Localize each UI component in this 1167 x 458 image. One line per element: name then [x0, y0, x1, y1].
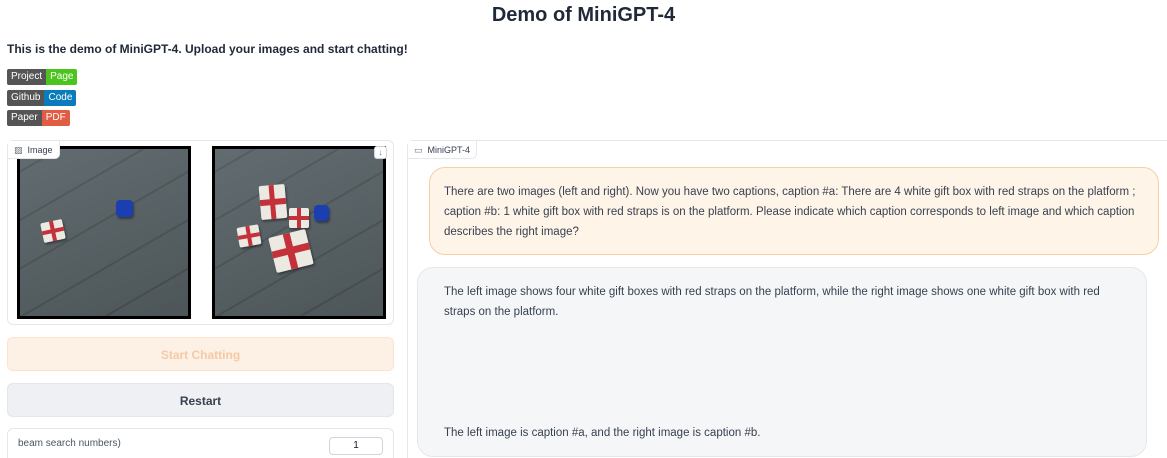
image-label-text: Image [27, 144, 53, 155]
beam-search-number-input[interactable]: 1 [329, 437, 383, 455]
bot-message-paragraph: The left image is caption #a, and the ri… [444, 427, 761, 439]
gift-box-shape [289, 208, 309, 228]
chat-panel-label: ▭ MiniGPT-4 [408, 141, 478, 159]
gift-box-shape [236, 224, 262, 248]
image-panel-label: ▨ Image [8, 141, 60, 159]
badge-left-label: Github [7, 90, 45, 106]
badge-left-label: Paper [7, 110, 42, 126]
badge-left-label: Project [7, 69, 47, 85]
page-title: Demo of MiniGPT-4 [491, 4, 676, 26]
badge-right-label: Page [46, 69, 78, 85]
blue-object-shape [314, 205, 329, 221]
beam-search-label: beam search numbers) [18, 438, 121, 449]
chat-label-text: MiniGPT-4 [427, 144, 471, 155]
blue-object-shape [116, 200, 133, 217]
download-icon[interactable]: ↓ [374, 146, 387, 159]
github-code-badge[interactable]: Github Code [7, 90, 77, 106]
gift-box-shape [268, 228, 314, 274]
user-message: There are two images (left and right). N… [429, 167, 1159, 255]
paper-pdf-badge[interactable]: Paper PDF [7, 110, 70, 126]
bot-message: The left image shows four white gift box… [417, 267, 1147, 457]
image-upload-panel[interactable]: ▨ Image ↓ [7, 140, 394, 325]
badge-right-label: PDF [41, 110, 70, 126]
bot-message-paragraph: The left image shows four white gift box… [444, 286, 1100, 318]
chat-icon: ▭ [414, 144, 423, 155]
start-chatting-button[interactable]: Start Chatting [7, 337, 394, 371]
restart-button[interactable]: Restart [7, 383, 394, 417]
page-subtitle: This is the demo of MiniGPT-4. Upload yo… [7, 42, 408, 56]
beam-search-control: beam search numbers) 1 [7, 428, 394, 458]
image-icon: ▨ [14, 144, 23, 155]
gift-box-shape [40, 218, 66, 244]
right-image [212, 146, 386, 319]
project-page-badge[interactable]: Project Page [7, 69, 78, 85]
left-image [17, 146, 191, 319]
chat-panel: ▭ MiniGPT-4 There are two images (left a… [407, 140, 1167, 458]
badge-right-label: Code [44, 90, 77, 106]
gift-box-shape [258, 183, 288, 221]
